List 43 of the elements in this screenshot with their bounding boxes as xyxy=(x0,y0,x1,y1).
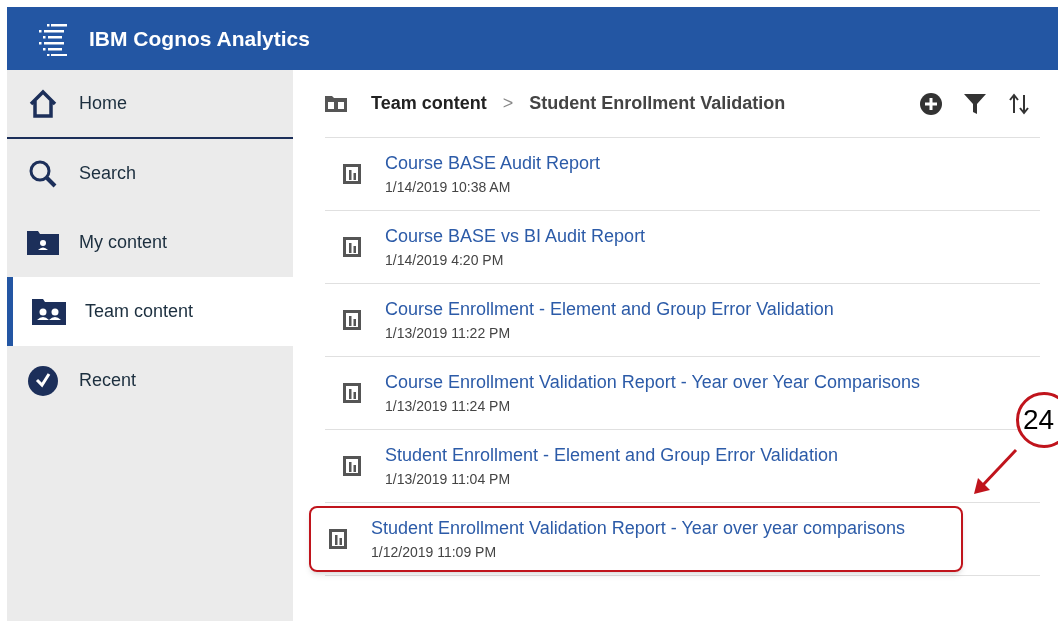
report-date: 1/13/2019 11:24 PM xyxy=(385,397,512,416)
report-icon xyxy=(343,310,361,330)
report-row[interactable]: Student Enrollment Validation Report - Year over year comparisons 1/12/2019 11:09 PM xyxy=(309,506,963,572)
report-link[interactable]: Course BASE vs BI Audit Report xyxy=(385,223,646,250)
add-icon[interactable] xyxy=(920,92,942,115)
folder-icon xyxy=(325,95,347,112)
report-date: 1/12/2019 11:09 PM xyxy=(371,543,498,562)
report-row[interactable]: Course Enrollment Validation Report - Year over Year Comparisons 1/13/2019 11:24 PM xyxy=(325,360,930,426)
callout-badge: 24 xyxy=(1016,392,1058,448)
sidebar-item[interactable]: Home xyxy=(7,70,293,139)
report-icon xyxy=(343,237,361,257)
sidebar-item[interactable]: Team content xyxy=(7,277,293,346)
sort-icon[interactable] xyxy=(1008,92,1030,115)
report-row[interactable]: Course BASE vs BI Audit Report 1/14/2019 4:20 PM xyxy=(325,214,656,280)
report-date: 1/14/2019 10:38 AM xyxy=(385,178,512,197)
report-link[interactable]: Course Enrollment Validation Report - Year over Year Comparisons xyxy=(385,369,920,396)
report-row[interactable]: Course Enrollment - Element and Group Error Validation 1/13/2019 11:22 PM xyxy=(325,287,844,353)
report-icon xyxy=(329,529,347,549)
report-link[interactable]: Student Enrollment Validation Report - Year over year comparisons xyxy=(371,515,905,542)
report-icon xyxy=(343,456,361,476)
report-icon xyxy=(343,164,361,184)
report-link[interactable]: Course BASE Audit Report xyxy=(385,150,601,177)
report-row[interactable]: Course BASE Audit Report 1/14/2019 10:38 AM xyxy=(325,141,611,207)
breadcrumb-current: Student Enrollment Validation xyxy=(529,92,786,115)
folder-person-icon xyxy=(27,230,59,255)
callout-arrow xyxy=(972,448,1018,496)
report-link[interactable]: Student Enrollment - Element and Group Error Validation xyxy=(385,442,838,469)
report-icon xyxy=(343,383,361,403)
report-row[interactable]: Student Enrollment - Element and Group Error Validation 1/13/2019 11:04 PM xyxy=(325,433,848,499)
breadcrumb-link[interactable]: Team content xyxy=(371,90,487,117)
breadcrumb-separator: > xyxy=(502,92,514,115)
home-icon xyxy=(27,87,59,120)
report-date: 1/13/2019 11:22 PM xyxy=(385,324,512,343)
sidebar-item[interactable]: Recent xyxy=(7,346,293,415)
sidebar-item[interactable]: My content xyxy=(7,208,293,277)
app-title: IBM Cognos Analytics xyxy=(89,25,310,52)
folder-people-icon xyxy=(32,298,66,325)
report-date: 1/13/2019 11:04 PM xyxy=(385,470,512,489)
report-date: 1/14/2019 4:20 PM xyxy=(385,251,505,270)
menu-icon[interactable] xyxy=(37,21,69,56)
report-link[interactable]: Course Enrollment - Element and Group Error Validation xyxy=(385,296,834,323)
sidebar-item[interactable]: Search xyxy=(7,139,293,208)
filter-icon[interactable] xyxy=(964,92,986,115)
